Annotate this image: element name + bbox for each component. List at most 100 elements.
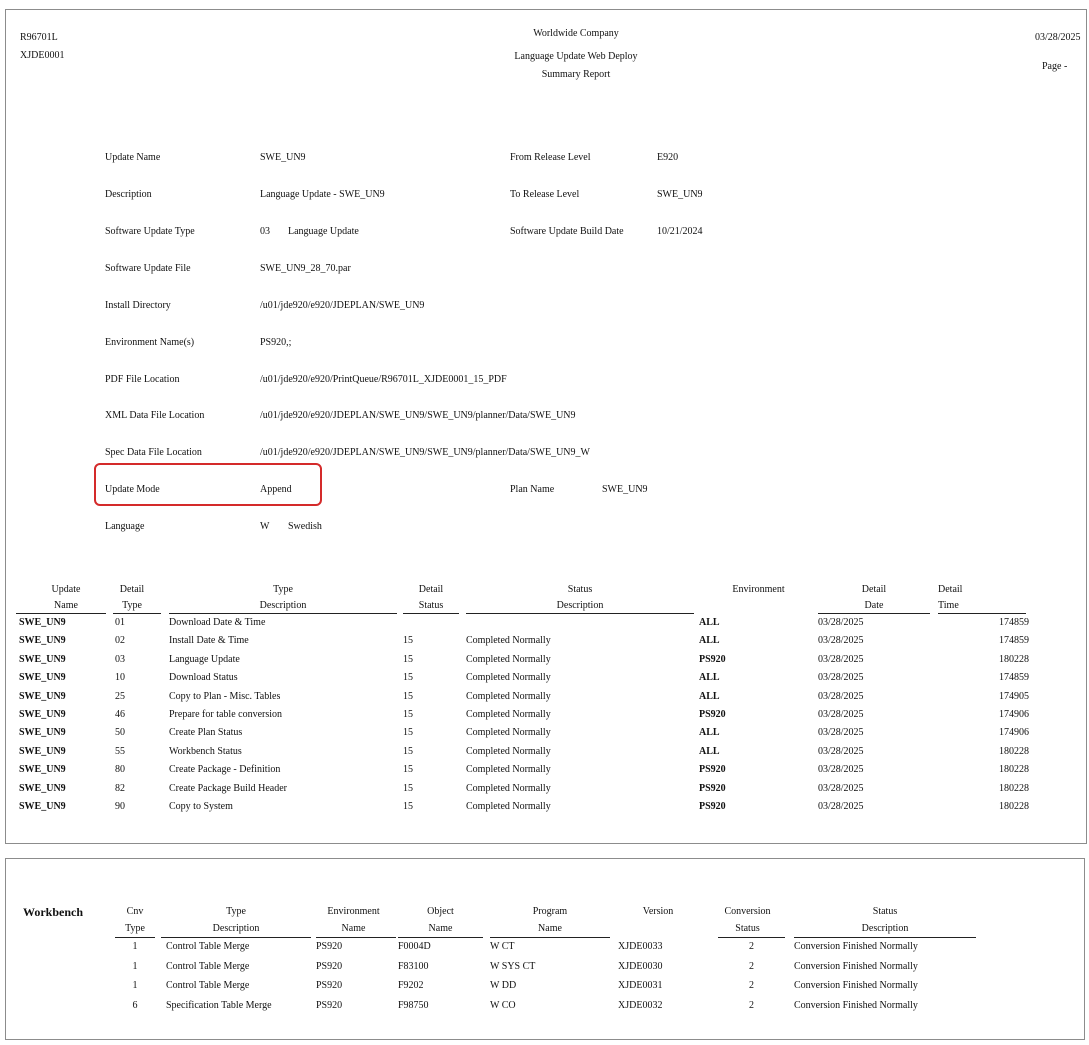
sw-update-type-label: Software Update Type (105, 226, 195, 237)
cell-environment: PS920 (699, 782, 726, 794)
wb-col-conversion-top: Conversion (724, 906, 771, 917)
cell-environment: ALL (699, 635, 720, 647)
from-release-label: From Release Level (510, 152, 591, 163)
cell-environment: ALL (699, 617, 720, 628)
spec-location-value: /u01/jde920/e920/JDEPLAN/SWE_UN9/SWE_UN9… (260, 447, 590, 458)
cell-type-description: Specification Table Merge (166, 999, 272, 1011)
cell-version: XJDE0032 (618, 999, 663, 1011)
cell-detail-type: 10 (115, 672, 125, 684)
wb-col-object-top: Object (427, 906, 454, 917)
report-date: 03/28/2025 (1035, 32, 1081, 43)
cell-detail-date: 03/28/2025 (818, 635, 864, 647)
table-row: SWE_UN9 10 Download Status 15 Completed Norm… (6, 672, 1086, 690)
cell-status-description: Completed Normally (466, 709, 551, 720)
language-label: Language (105, 521, 145, 532)
cell-object-name: F9202 (398, 980, 424, 991)
wb-col-object-bottom: Name (428, 923, 453, 934)
xml-location-label: XML Data File Location (105, 410, 205, 421)
cell-type-description: Download Date & Time (169, 617, 266, 628)
cell-status-description: Completed Normally (466, 727, 551, 739)
col-detail-date-header-top: Detail (861, 584, 887, 595)
cell-cnv-type: 1 (132, 941, 138, 952)
plan-name-label: Plan Name (510, 484, 555, 495)
wb-col-type-top: Type (226, 906, 246, 917)
report-title: Language Update Web Deploy (514, 51, 638, 62)
cell-type-description: Prepare for table conversion (169, 709, 283, 720)
col-detail-time-header-bottom: Time (938, 600, 959, 611)
build-date-value: 10/21/2024 (657, 226, 703, 237)
cell-update-name: SWE_UN9 (19, 672, 66, 684)
cell-detail-status: 15 (403, 782, 413, 794)
cell-detail-date: 03/28/2025 (818, 672, 864, 684)
cell-detail-date: 03/28/2025 (818, 745, 864, 757)
cell-detail-time: 174859 (999, 672, 1029, 684)
cell-detail-type: 02 (115, 635, 125, 647)
table-row: SWE_UN9 80 Create Package - Definition 15 Co… (6, 764, 1086, 782)
install-dir-value: /u01/jde920/e920/JDEPLAN/SWE_UN9 (260, 300, 425, 311)
cell-detail-type: 80 (115, 764, 125, 776)
cell-type-description: Download Status (169, 672, 238, 684)
table-row: 1 Control Table Merge PS920 F0004D W CT XJDE0… (6, 941, 1084, 960)
cell-detail-time: 180228 (999, 782, 1029, 794)
cell-environment: ALL (699, 727, 720, 739)
cell-program-name: W DD (490, 980, 517, 991)
cell-version: XJDE0030 (618, 960, 663, 972)
table-row: SWE_UN9 46 Prepare for table conversion 15 C… (6, 709, 1086, 727)
cell-detail-date: 03/28/2025 (818, 727, 864, 739)
language-code: W (260, 521, 270, 532)
col-detail-date-header-bottom: Date (864, 600, 884, 611)
sw-update-file-value: SWE_UN9_28_70.par (260, 263, 351, 274)
cell-status-description: Completed Normally (466, 690, 551, 702)
col-detail-type-header-top: Detail (119, 584, 145, 595)
cell-detail-type: 55 (115, 745, 125, 757)
cell-cnv-type: 1 (132, 980, 138, 991)
cell-environment: ALL (699, 690, 720, 702)
cell-update-name: SWE_UN9 (19, 727, 66, 739)
cell-type-description: Control Table Merge (166, 980, 250, 991)
wb-col-conversion-bottom: Status (735, 923, 760, 934)
cell-object-name: F0004D (398, 941, 431, 952)
col-type-desc-header-bottom: Description (259, 600, 307, 611)
from-release-value: E920 (657, 152, 679, 163)
cell-type-description: Language Update (169, 653, 240, 665)
cell-detail-time: 180228 (999, 764, 1029, 776)
cell-update-name: SWE_UN9 (19, 617, 66, 628)
wb-col-env-top: Environment (327, 906, 380, 917)
wb-col-env-bottom: Name (341, 923, 366, 934)
cell-detail-date: 03/28/2025 (818, 690, 864, 702)
company-name: Worldwide Company (533, 28, 619, 39)
cell-status-description: Completed Normally (466, 672, 551, 684)
update-mode-label: Update Mode (105, 484, 160, 495)
cell-detail-type: 50 (115, 727, 125, 739)
to-release-label: To Release Level (510, 189, 580, 200)
cell-environment: ALL (699, 672, 720, 684)
table-row: SWE_UN9 02 Install Date & Time 15 Completed … (6, 635, 1086, 653)
cell-detail-time: 174859 (999, 635, 1029, 647)
update-mode-value: Append (260, 484, 292, 495)
sw-update-type-value: Language Update (288, 226, 359, 237)
cell-cnv-type: 6 (132, 999, 138, 1011)
cell-type-description: Workbench Status (169, 745, 242, 757)
cell-object-name: F98750 (398, 999, 429, 1011)
table-row: 6 Specification Table Merge PS920 F98750 W C… (6, 1000, 1084, 1019)
workbench-title: Workbench (23, 905, 84, 919)
wb-col-status-bottom: Description (861, 923, 909, 934)
cell-detail-status: 15 (403, 690, 413, 702)
cell-environment: PS920 (699, 801, 726, 812)
table-row: 1 Control Table Merge PS920 F9202 W DD XJDE00… (6, 980, 1084, 999)
cell-detail-date: 03/28/2025 (818, 709, 864, 720)
cell-status-description: Conversion Finished Normally (794, 999, 918, 1011)
cell-type-description: Control Table Merge (166, 941, 250, 952)
cell-type-description: Install Date & Time (169, 635, 249, 647)
cell-status-description: Completed Normally (466, 764, 551, 776)
col-detail-status-header-top: Detail (418, 584, 444, 595)
cell-detail-time: 180228 (999, 801, 1029, 812)
cell-detail-date: 03/28/2025 (818, 617, 864, 628)
cell-type-description: Copy to Plan - Misc. Tables (169, 690, 281, 702)
cell-detail-type: 90 (115, 801, 125, 812)
cell-conversion-status: 2 (749, 980, 754, 991)
build-date-label: Software Update Build Date (510, 226, 624, 237)
report-subtitle: Summary Report (541, 69, 611, 80)
col-detail-time-header-top: Detail (938, 584, 963, 595)
env-names-value: PS920,; (260, 337, 292, 348)
